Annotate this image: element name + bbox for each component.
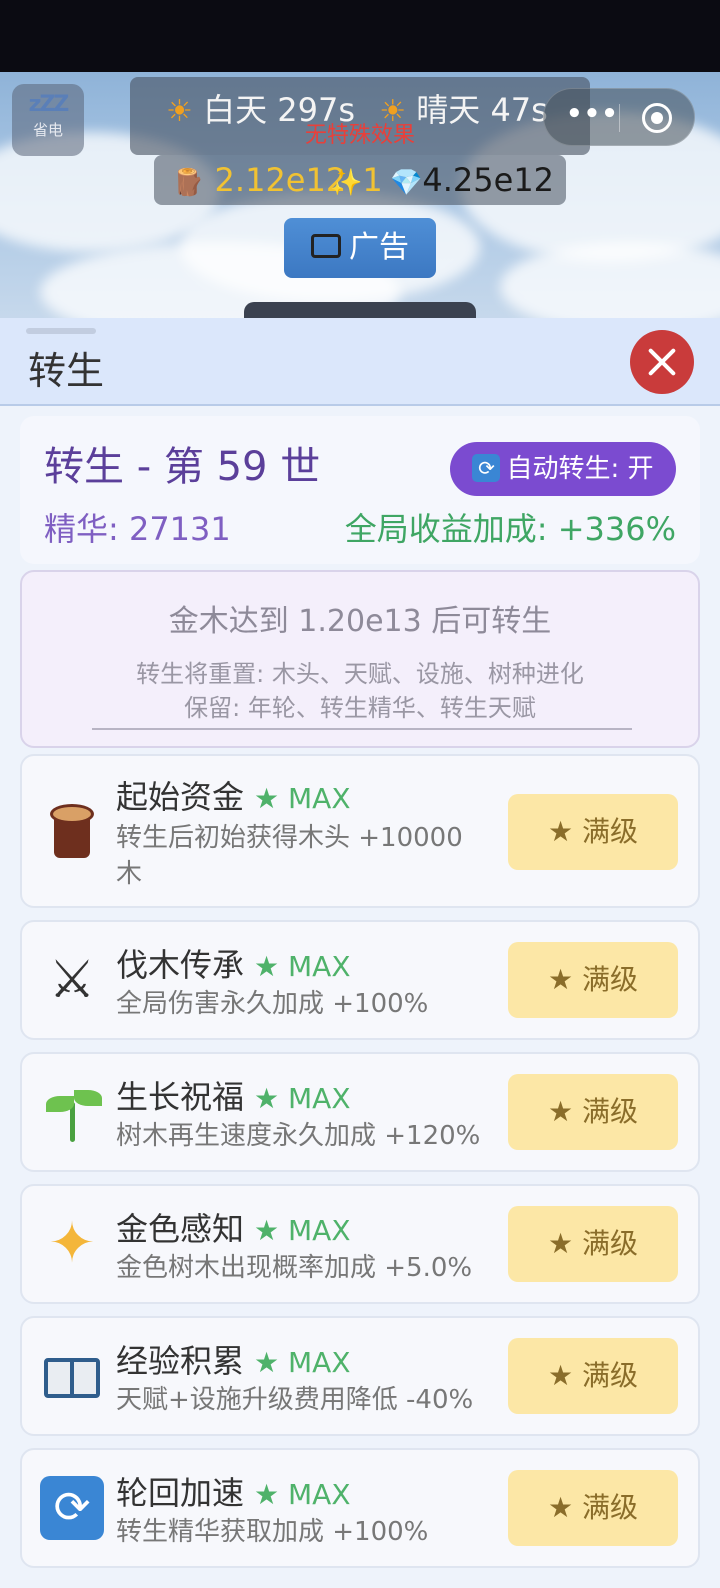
auto-rebirth-toggle[interactable]: ⟳ 自动转生: 开 bbox=[450, 442, 676, 496]
talent-maxed-button[interactable]: ★ 满级 bbox=[508, 1206, 678, 1282]
talent-name: 轮回加速 bbox=[116, 1474, 245, 1512]
talent-card: ⟳ 轮回加速 ★ MAX 转生精华获取加成 +100% ★ 满级 bbox=[20, 1448, 700, 1568]
requirement-text: 金木达到 1.20e13 后可转生 bbox=[168, 604, 552, 639]
talent-name: 起始资金 bbox=[116, 778, 245, 816]
talent-name: 生长祝福 bbox=[116, 1078, 245, 1116]
essence-count: 精华: 27131 bbox=[44, 510, 231, 548]
talent-description: 金色树木出现概率加成 +5.0% bbox=[116, 1253, 473, 1283]
talent-max-badge: ★ MAX bbox=[254, 1478, 351, 1511]
talent-description: 天赋+设施升级费用降低 -40% bbox=[116, 1385, 474, 1415]
weather-effect: 无特殊效果 bbox=[304, 123, 415, 148]
log-icon bbox=[40, 800, 104, 864]
crossed-swords-icon: ⚔ bbox=[48, 950, 96, 1010]
close-miniprogram-icon[interactable] bbox=[642, 103, 672, 133]
auto-rebirth-label: 自动转生: 开 bbox=[506, 454, 654, 484]
miniprogram-capsule: ••• bbox=[543, 88, 695, 146]
sprout-icon bbox=[40, 1080, 104, 1144]
global-bonus: 全局收益加成: +336% bbox=[344, 510, 676, 548]
talent-card: 起始资金 ★ MAX 转生后初始获得木头 +10000 木 ★ 满级 bbox=[20, 754, 700, 908]
talent-max-badge: ★ MAX bbox=[254, 782, 351, 815]
tv-icon bbox=[311, 233, 341, 258]
talent-card: ✦ 金色感知 ★ MAX 金色树木出现概率加成 +5.0% ★ 满级 bbox=[20, 1184, 700, 1304]
talent-maxed-button[interactable]: ★ 满级 bbox=[508, 1338, 678, 1414]
talent-card: 经验积累 ★ MAX 天赋+设施升级费用降低 -40% ★ 满级 bbox=[20, 1316, 700, 1436]
rebirth-sheet-header: 转生 bbox=[0, 318, 720, 406]
talent-maxed-button[interactable]: ★ 满级 bbox=[508, 794, 678, 870]
talent-maxed-button[interactable]: ★ 满级 bbox=[508, 1470, 678, 1546]
ad-button[interactable]: 广告 bbox=[284, 218, 436, 278]
rebirth-sheet-body: 转生 - 第 59 世 ⟳ 自动转生: 开 精华: 27131 全局收益加成: +… bbox=[0, 406, 720, 1588]
resource-bar: 🪵 2.12e12 ✨1 💎4.25e12 bbox=[154, 155, 566, 205]
sparkle-amount: 1 bbox=[362, 161, 383, 199]
talent-description: 树木再生速度永久加成 +120% bbox=[116, 1121, 481, 1151]
talent-description: 全局伤害永久加成 +100% bbox=[116, 989, 429, 1019]
talent-card: 生长祝福 ★ MAX 树木再生速度永久加成 +120% ★ 满级 bbox=[20, 1052, 700, 1172]
talent-card: ⚔ 伐木传承 ★ MAX 全局伤害永久加成 +100% ★ 满级 bbox=[20, 920, 700, 1040]
keep-list: 保留: 年轮、转生精华、转生天赋 bbox=[184, 694, 536, 722]
status-bar bbox=[0, 0, 720, 72]
cycle-icon: ⟳ bbox=[40, 1476, 104, 1540]
wood-amount: 2.12e12 bbox=[214, 161, 347, 199]
talent-name: 经验积累 bbox=[116, 1342, 245, 1380]
reset-list: 转生将重置: 木头、天赋、设施、树种进化 bbox=[136, 660, 584, 688]
talent-description: 转生精华获取加成 +100% bbox=[116, 1517, 429, 1547]
sheet-title: 转生 bbox=[28, 349, 105, 393]
power-save-label: 省电 bbox=[32, 121, 63, 139]
talent-description: 转生后初始获得木头 +10000 木 bbox=[116, 823, 463, 889]
zzz-icon: zZZ bbox=[28, 92, 70, 117]
gem-icon: 💎 bbox=[390, 168, 423, 198]
talent-maxed-button[interactable]: ★ 满级 bbox=[508, 942, 678, 1018]
rebirth-generation: 转生 - 第 59 世 bbox=[44, 444, 321, 490]
wood-icon: 🪵 bbox=[172, 168, 205, 198]
cycle-icon: ⟳ bbox=[472, 453, 501, 482]
talent-max-badge: ★ MAX bbox=[254, 950, 351, 983]
sparkle-icon: ✨ bbox=[330, 168, 363, 198]
talent-max-badge: ★ MAX bbox=[254, 1346, 351, 1379]
talent-name: 金色感知 bbox=[116, 1210, 245, 1248]
talent-maxed-button[interactable]: ★ 满级 bbox=[508, 1074, 678, 1150]
talent-name: 伐木传承 bbox=[116, 946, 245, 984]
gem-amount: 4.25e12 bbox=[422, 161, 555, 199]
ad-label: 广告 bbox=[349, 230, 409, 265]
talent-max-badge: ★ MAX bbox=[254, 1214, 351, 1247]
progress-divider bbox=[92, 728, 632, 730]
power-save-button[interactable]: zZZ 省电 bbox=[12, 84, 84, 156]
weather-panel: ☀ 白天 297s ☀ 晴天 47s 无特殊效果 bbox=[130, 77, 590, 155]
close-button[interactable] bbox=[630, 330, 694, 394]
talent-max-badge: ★ MAX bbox=[254, 1082, 351, 1115]
book-icon bbox=[40, 1344, 104, 1408]
rebirth-requirement-card: 金木达到 1.20e13 后可转生 转生将重置: 木头、天赋、设施、树种进化 保… bbox=[20, 570, 700, 748]
rebirth-info-card: 转生 - 第 59 世 ⟳ 自动转生: 开 精华: 27131 全局收益加成: +… bbox=[20, 416, 700, 564]
more-icon[interactable]: ••• bbox=[566, 99, 619, 129]
sparkles-icon: ✦ bbox=[48, 1211, 96, 1276]
drag-handle[interactable] bbox=[26, 328, 96, 334]
